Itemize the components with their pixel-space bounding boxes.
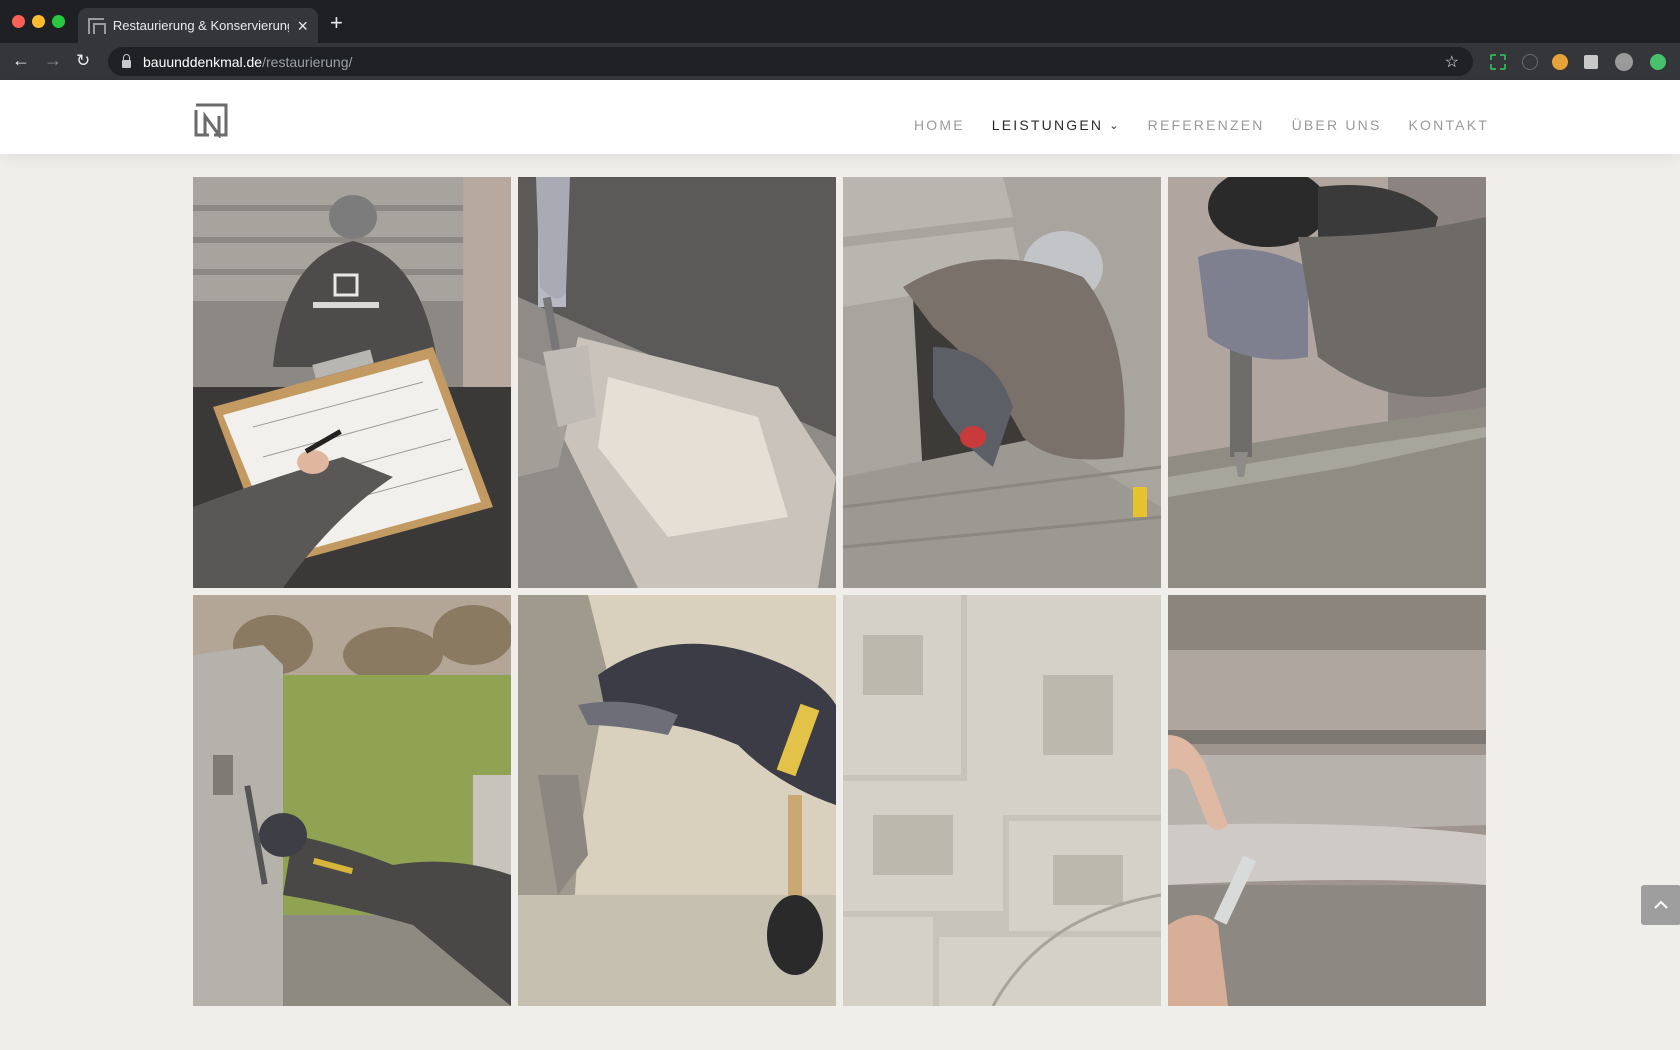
- browser-toolbar: ← → ↻ bauunddenkmal.de/restaurierung/ ☆: [0, 43, 1680, 80]
- main-navigation: Home Leistungen ⌄ Referenzen Über uns Kon…: [914, 117, 1489, 133]
- image-gallery: [193, 177, 1487, 1006]
- profile-avatar[interactable]: [1615, 53, 1633, 71]
- lock-icon: [122, 53, 131, 68]
- close-tab-icon[interactable]: ×: [297, 17, 308, 35]
- extensions-puzzle-icon[interactable]: [1584, 55, 1598, 69]
- nav-ueber-uns-label: Über uns: [1291, 117, 1382, 133]
- bookmark-star-icon[interactable]: ☆: [1445, 52, 1459, 72]
- url-path: /restaurierung/: [262, 53, 353, 70]
- site-header: Home Leistungen ⌄ Referenzen Über uns Kon…: [0, 80, 1680, 154]
- extension-info-icon[interactable]: [1522, 54, 1538, 70]
- ln-logo-icon[interactable]: [193, 102, 229, 140]
- gallery-image-trowel-mortar[interactable]: [518, 177, 836, 588]
- site-favicon-icon: [88, 17, 106, 34]
- tab-title: Restaurierung & Konservierung: [112, 18, 290, 33]
- gallery-image-stone-wall[interactable]: [843, 595, 1161, 1006]
- nav-leistungen-label: Leistungen: [991, 117, 1104, 133]
- chevron-up-icon: [1654, 900, 1668, 909]
- nav-home-label: Home: [913, 117, 965, 133]
- gallery-image-glove-brush[interactable]: [518, 595, 836, 1006]
- gallery-image-worker-stairwell[interactable]: [843, 177, 1161, 588]
- address-bar[interactable]: bauunddenkmal.de/restaurierung/ ☆: [108, 47, 1473, 76]
- nav-kontakt[interactable]: Kontakt: [1409, 117, 1489, 133]
- gallery-image-worker-clipboard[interactable]: [193, 177, 511, 588]
- new-tab-plus-icon[interactable]: +: [330, 12, 343, 34]
- nav-kontakt-label: Kontakt: [1408, 117, 1489, 133]
- extension-cookie-icon[interactable]: [1552, 54, 1568, 70]
- gallery-image-hand-stone-step[interactable]: [1168, 595, 1486, 1006]
- close-window-button[interactable]: [12, 15, 25, 28]
- browser-tab-strip: Restaurierung & Konservierung × +: [0, 0, 1680, 43]
- update-icon[interactable]: [1650, 54, 1666, 70]
- url-host: bauunddenkmal.de: [143, 53, 263, 70]
- gallery-image-stone-repair-outdoors[interactable]: [193, 595, 511, 1006]
- browser-tab[interactable]: Restaurierung & Konservierung ×: [78, 8, 318, 43]
- nav-referenzen-label: Referenzen: [1147, 117, 1265, 133]
- extension-screenshot-icon[interactable]: [1490, 54, 1506, 70]
- gallery-image-chisel-stone[interactable]: [1168, 177, 1486, 588]
- minimize-window-button[interactable]: [32, 15, 45, 28]
- nav-leistungen[interactable]: Leistungen ⌄: [992, 117, 1121, 133]
- chevron-down-icon: ⌄: [1109, 119, 1121, 132]
- nav-ueber-uns[interactable]: Über uns: [1292, 117, 1382, 133]
- back-icon[interactable]: ←: [12, 51, 30, 69]
- back-to-top-button[interactable]: [1641, 885, 1680, 925]
- forward-icon[interactable]: →: [44, 51, 62, 69]
- nav-referenzen[interactable]: Referenzen: [1148, 117, 1265, 133]
- maximize-window-button[interactable]: [52, 15, 65, 28]
- nav-home[interactable]: Home: [914, 117, 965, 133]
- reload-icon[interactable]: ↻: [76, 52, 90, 69]
